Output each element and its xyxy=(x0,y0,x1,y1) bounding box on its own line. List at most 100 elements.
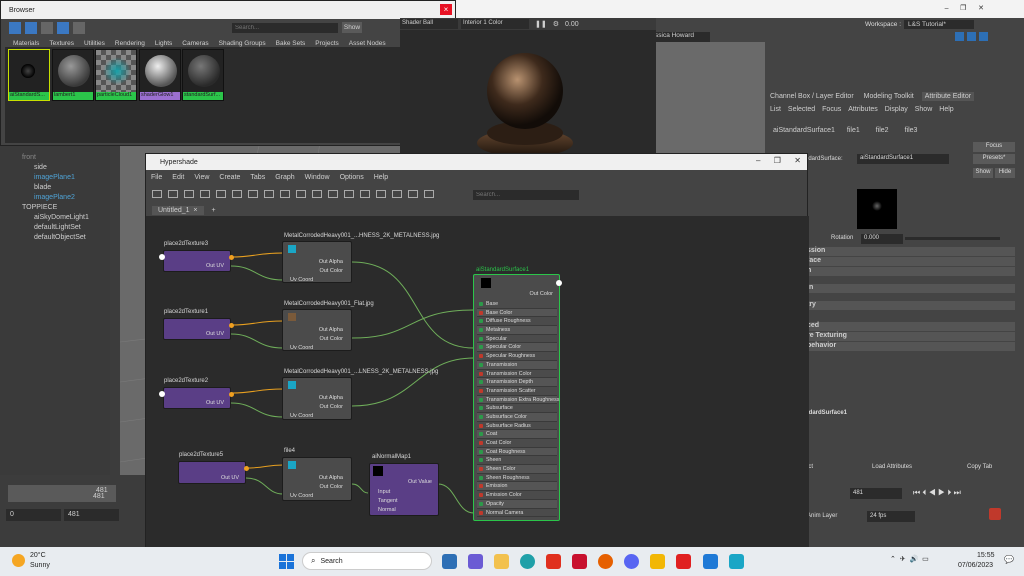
browser-tab-rendering[interactable]: Rendering xyxy=(115,40,145,47)
surface-attribute-row[interactable]: Metalness xyxy=(477,326,557,335)
graph-tool-icon[interactable] xyxy=(392,190,402,198)
browser-tab-bake-sets[interactable]: Bake Sets xyxy=(276,40,306,47)
surface-attribute-row[interactable]: Coat Roughness xyxy=(477,447,557,457)
range-start-field[interactable]: 0 xyxy=(6,509,61,521)
graph-tool-icon[interactable] xyxy=(264,190,274,198)
graph-tool-icon[interactable] xyxy=(408,190,418,198)
node-place2dtexture1[interactable]: Out UV xyxy=(163,318,231,340)
outliner-item[interactable]: blade xyxy=(0,182,110,192)
close-icon[interactable]: × xyxy=(193,207,197,214)
ae-section[interactable]: behavior xyxy=(805,342,1015,351)
surface-attribute-row[interactable]: Sheen Roughness xyxy=(477,474,557,483)
record-icon[interactable] xyxy=(989,508,1001,520)
node-output-port[interactable] xyxy=(229,323,234,328)
graph-tool-icon[interactable] xyxy=(376,190,386,198)
surface-attribute-row[interactable]: Base Color xyxy=(477,308,557,318)
surface-attribute-row[interactable]: Coat Color xyxy=(477,439,557,448)
graph-tool-icon[interactable] xyxy=(248,190,258,198)
node-aistandardsurface1[interactable]: Out Color Base Base Color Diffuse Roughnes… xyxy=(473,274,560,521)
hs-menu-file[interactable]: File xyxy=(151,174,162,181)
swatch-aistandardsurface[interactable]: aiStandardS... xyxy=(8,49,50,101)
presets-button[interactable]: Presets* xyxy=(973,154,1015,164)
graph-tool-icon[interactable] xyxy=(184,190,194,198)
ae-menu-list[interactable]: List xyxy=(770,106,781,113)
range-end-field[interactable]: 481 xyxy=(64,509,119,521)
workspace-select[interactable]: L&S Tutorial* xyxy=(904,19,975,29)
surface-attribute-row[interactable]: Opacity xyxy=(477,499,557,509)
show-button[interactable]: Show xyxy=(973,168,993,178)
browser-tab-asset-nodes[interactable]: Asset Nodes xyxy=(349,40,386,47)
pause-icon[interactable]: ❚❚ xyxy=(535,20,547,28)
ae-node-tab[interactable]: file2 xyxy=(876,127,889,134)
graph-tool-icon[interactable] xyxy=(280,190,290,198)
taskbar-search[interactable]: ⌕ Search xyxy=(302,552,432,570)
edge-icon[interactable] xyxy=(520,554,535,569)
hs-menu-help[interactable]: Help xyxy=(374,174,388,181)
outliner-item[interactable]: side xyxy=(0,162,110,172)
ae-section[interactable]: re Texturing xyxy=(805,332,1015,341)
settings-icon[interactable]: ⚙ xyxy=(553,20,559,28)
browser-tab-projects[interactable]: Projects xyxy=(315,40,338,47)
graph-tool-icon[interactable] xyxy=(232,190,242,198)
app-icon[interactable] xyxy=(650,554,665,569)
office-icon[interactable] xyxy=(546,554,561,569)
outliner-item[interactable]: imagePlane1 xyxy=(0,172,110,182)
graph-tool-icon[interactable] xyxy=(216,190,226,198)
window-controls[interactable]: – ❐ ✕ xyxy=(756,156,801,165)
teams-icon[interactable] xyxy=(468,554,483,569)
close-icon[interactable]: × xyxy=(440,4,452,15)
node-output-port[interactable] xyxy=(556,280,562,286)
hs-menu-window[interactable]: Window xyxy=(305,174,330,181)
copy-tab-button[interactable]: Copy Tab xyxy=(967,464,992,470)
surface-attribute-row[interactable]: Emission Color xyxy=(477,491,557,500)
layout-icon[interactable] xyxy=(967,32,976,41)
start-icon[interactable] xyxy=(279,554,294,569)
browser-tool-icon[interactable] xyxy=(41,22,53,34)
graph-tool-icon[interactable] xyxy=(152,190,162,198)
rotation-field[interactable]: 0.000 xyxy=(861,234,903,244)
surface-attribute-row[interactable]: Coat xyxy=(477,430,557,439)
node-file4[interactable]: Out Alpha Out Color Uv Coord xyxy=(282,457,352,501)
outliner-item[interactable]: aiSkyDomeLight1 xyxy=(0,212,110,222)
lighting-dropdown[interactable]: Interior 1 Color xyxy=(461,19,529,29)
playback-controls[interactable]: ⏮ ⏴ ◀ ▶ ⏵ ⏭ xyxy=(913,488,961,498)
shader-ball-dropdown[interactable]: Shader Ball xyxy=(400,19,458,29)
surface-attribute-row[interactable]: Sheen Color xyxy=(477,465,557,474)
browser-tab-textures[interactable]: Textures xyxy=(49,40,74,47)
tab-channel-box[interactable]: Channel Box / Layer Editor xyxy=(770,93,854,100)
node-texture1[interactable]: Out Alpha Out Color Uv Coord xyxy=(282,241,352,283)
ae-section[interactable]: ln xyxy=(805,284,1015,293)
graph-tool-icon[interactable] xyxy=(200,190,210,198)
outliner-item[interactable]: defaultObjectSet xyxy=(0,232,110,242)
ae-section[interactable]: face xyxy=(805,257,1015,266)
add-tab-button[interactable]: + xyxy=(212,207,216,214)
hs-menu-options[interactable]: Options xyxy=(340,174,364,181)
swatch-particlecloud[interactable]: particleCloud1 xyxy=(95,49,137,101)
surface-attribute-row[interactable]: Subsurface xyxy=(477,404,557,413)
surface-attribute-row[interactable]: Transmission Color xyxy=(477,370,557,379)
swatch-shaderglow[interactable]: shaderGlow1 xyxy=(139,49,181,101)
window-controls[interactable]: – ❐ ✕ xyxy=(945,4,984,12)
maya-icon[interactable] xyxy=(729,554,744,569)
graph-tool-icon[interactable] xyxy=(168,190,178,198)
app-icon[interactable] xyxy=(676,554,691,569)
ae-section[interactable]: try xyxy=(805,301,1015,310)
surface-attribute-row[interactable]: Transmission Scatter xyxy=(477,387,557,396)
browser-tab-shading-groups[interactable]: Shading Groups xyxy=(219,40,266,47)
node-texture3[interactable]: Out Alpha Out Color Uv Coord xyxy=(282,377,352,420)
layout-icon[interactable] xyxy=(979,32,988,41)
node-place2dtexture5[interactable]: Out UV xyxy=(178,461,246,484)
surface-attribute-row[interactable]: Specular Color xyxy=(477,343,557,353)
graph-tool-icon[interactable] xyxy=(424,190,434,198)
browser-tab-lights[interactable]: Lights xyxy=(155,40,172,47)
node-input-port[interactable] xyxy=(159,391,165,397)
ae-node-name-field[interactable]: aiStandardSurface1 xyxy=(857,154,949,164)
hypershade-search-input[interactable] xyxy=(473,190,579,200)
load-attributes-button[interactable]: Load Attributes xyxy=(872,464,912,470)
ae-section[interactable]: ced xyxy=(805,322,1015,331)
node-ainormalmap1[interactable]: Out Value Input Tangent Normal xyxy=(369,463,439,516)
ae-menu-display[interactable]: Display xyxy=(885,106,908,113)
surface-attribute-row[interactable]: Subsurface Radius xyxy=(477,422,557,431)
surface-attribute-row[interactable]: Transmission xyxy=(477,360,557,370)
mcafee-icon[interactable] xyxy=(572,554,587,569)
